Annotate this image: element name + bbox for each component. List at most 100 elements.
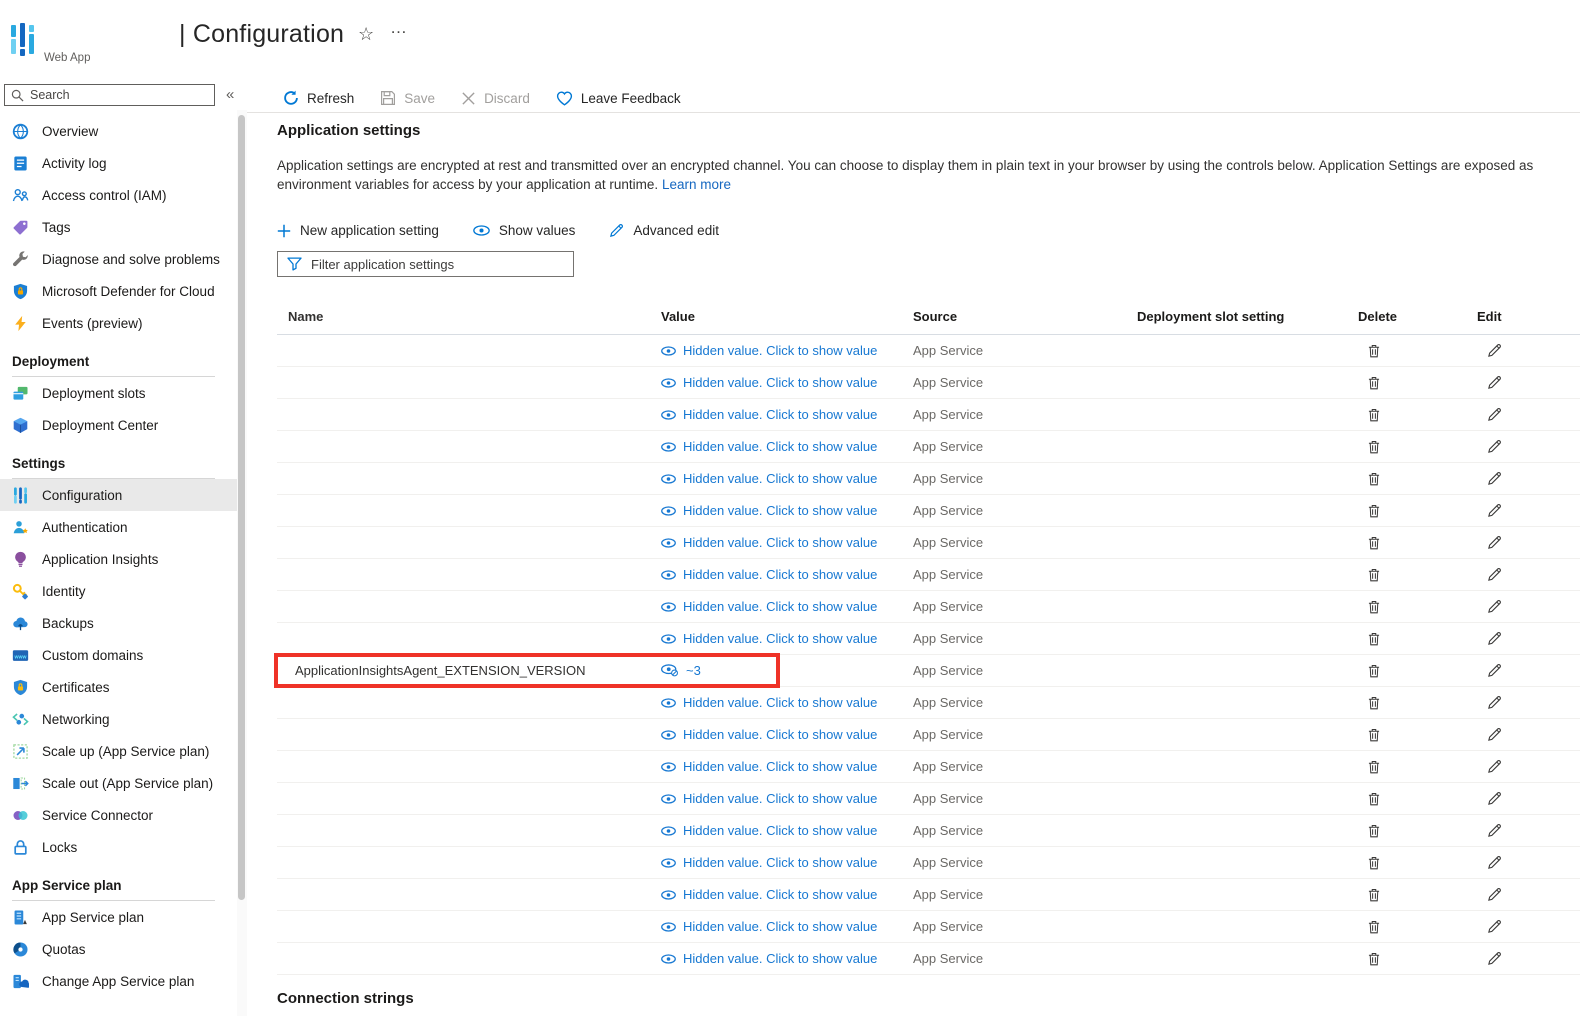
advanced-edit-button[interactable]: Advanced edit (609, 223, 719, 238)
edit-button[interactable] (1477, 791, 1580, 806)
hidden-value-link[interactable]: Hidden value. Click to show value (661, 823, 913, 838)
delete-button[interactable] (1358, 696, 1477, 710)
sidebar-item-scale-up-app-service-plan-[interactable]: Scale up (App Service plan) (0, 735, 237, 767)
delete-button[interactable] (1358, 600, 1477, 614)
search-input[interactable] (30, 88, 190, 102)
edit-button[interactable] (1477, 951, 1580, 966)
sidebar-item-deployment-center[interactable]: Deployment Center (0, 409, 237, 441)
sidebar-item-certificates[interactable]: Certificates (0, 671, 237, 703)
edit-button[interactable] (1477, 919, 1580, 934)
filter-input[interactable] (311, 256, 551, 272)
hidden-value-link[interactable]: Hidden value. Click to show value (661, 599, 913, 614)
edit-button[interactable] (1477, 695, 1580, 710)
delete-button[interactable] (1358, 536, 1477, 550)
filter-box[interactable] (277, 251, 574, 277)
sidebar-item-diagnose-and-solve-problems[interactable]: Diagnose and solve problems (0, 243, 237, 275)
sidebar-item-application-insights[interactable]: Application Insights (0, 543, 237, 575)
sidebar-item-events-preview-[interactable]: Events (preview) (0, 307, 237, 339)
delete-button[interactable] (1358, 760, 1477, 774)
delete-button[interactable] (1358, 728, 1477, 742)
sidebar-item-deployment-slots[interactable]: Deployment slots (0, 377, 237, 409)
hidden-value-link[interactable]: Hidden value. Click to show value (661, 439, 913, 454)
hidden-value-link[interactable]: Hidden value. Click to show value (661, 631, 913, 646)
edit-button[interactable] (1477, 535, 1580, 550)
edit-button[interactable] (1477, 503, 1580, 518)
hidden-value-link[interactable]: Hidden value. Click to show value (661, 503, 913, 518)
hidden-value-link[interactable]: Hidden value. Click to show value (661, 375, 913, 390)
setting-value-link[interactable]: ~3 (661, 663, 913, 678)
delete-button[interactable] (1358, 504, 1477, 518)
edit-button[interactable] (1477, 855, 1580, 870)
delete-button[interactable] (1358, 952, 1477, 966)
learn-more-link[interactable]: Learn more (662, 177, 731, 192)
favorite-star-icon[interactable]: ☆ (358, 24, 374, 45)
hidden-value-link[interactable]: Hidden value. Click to show value (661, 567, 913, 582)
edit-button[interactable] (1477, 375, 1580, 390)
delete-button[interactable] (1358, 856, 1477, 870)
delete-button[interactable] (1358, 472, 1477, 486)
show-values-button[interactable]: Show values (473, 223, 575, 238)
hidden-value-link[interactable]: Hidden value. Click to show value (661, 727, 913, 742)
sidebar-scrollbar[interactable] (237, 110, 247, 1016)
sidebar-item-networking[interactable]: Networking (0, 703, 237, 735)
hidden-value-link[interactable]: Hidden value. Click to show value (661, 919, 913, 934)
sidebar-search[interactable] (4, 84, 215, 106)
scrollbar-thumb[interactable] (238, 115, 245, 900)
edit-button[interactable] (1477, 471, 1580, 486)
hidden-value-link[interactable]: Hidden value. Click to show value (661, 535, 913, 550)
edit-button[interactable] (1477, 663, 1580, 678)
sidebar-item-backups[interactable]: Backups (0, 607, 237, 639)
refresh-button[interactable]: Refresh (283, 90, 354, 106)
delete-button[interactable] (1358, 664, 1477, 678)
hidden-value-link[interactable]: Hidden value. Click to show value (661, 471, 913, 486)
edit-button[interactable] (1477, 439, 1580, 454)
edit-button[interactable] (1477, 727, 1580, 742)
sidebar-item-app-service-plan[interactable]: App Service plan (0, 901, 237, 933)
edit-button[interactable] (1477, 631, 1580, 646)
edit-button[interactable] (1477, 599, 1580, 614)
sidebar-item-access-control-iam-[interactable]: Access control (IAM) (0, 179, 237, 211)
delete-button[interactable] (1358, 920, 1477, 934)
delete-button[interactable] (1358, 344, 1477, 358)
sidebar-item-custom-domains[interactable]: www Custom domains (0, 639, 237, 671)
hidden-value-link[interactable]: Hidden value. Click to show value (661, 855, 913, 870)
sidebar-item-configuration[interactable]: Configuration (0, 479, 237, 511)
new-application-setting-button[interactable]: New application setting (277, 223, 439, 238)
sidebar-item-tags[interactable]: Tags (0, 211, 237, 243)
delete-button[interactable] (1358, 792, 1477, 806)
sidebar-item-overview[interactable]: Overview (0, 115, 237, 147)
leave-feedback-button[interactable]: Leave Feedback (556, 91, 681, 106)
delete-button[interactable] (1358, 440, 1477, 454)
sidebar-item-locks[interactable]: Locks (0, 831, 237, 863)
delete-button[interactable] (1358, 888, 1477, 902)
edit-button[interactable] (1477, 887, 1580, 902)
hidden-value-link[interactable]: Hidden value. Click to show value (661, 695, 913, 710)
asp-icon (12, 909, 29, 926)
hidden-value-link[interactable]: Hidden value. Click to show value (661, 407, 913, 422)
sidebar-item-authentication[interactable]: Authentication (0, 511, 237, 543)
sidebar-item-microsoft-defender-for-cloud[interactable]: Microsoft Defender for Cloud (0, 275, 237, 307)
delete-button[interactable] (1358, 408, 1477, 422)
sidebar-item-activity-log[interactable]: Activity log (0, 147, 237, 179)
sidebar-item-scale-out-app-service-plan-[interactable]: Scale out (App Service plan) (0, 767, 237, 799)
hidden-value-link[interactable]: Hidden value. Click to show value (661, 887, 913, 902)
hidden-value-link[interactable]: Hidden value. Click to show value (661, 343, 913, 358)
edit-button[interactable] (1477, 343, 1580, 358)
delete-button[interactable] (1358, 632, 1477, 646)
delete-button[interactable] (1358, 568, 1477, 582)
sidebar-item-change-app-service-plan[interactable]: Change App Service plan (0, 965, 237, 997)
edit-button[interactable] (1477, 823, 1580, 838)
sidebar-item-service-connector[interactable]: Service Connector (0, 799, 237, 831)
sidebar-item-identity[interactable]: Identity (0, 575, 237, 607)
hidden-value-link[interactable]: Hidden value. Click to show value (661, 759, 913, 774)
sidebar-collapse-button[interactable]: « (226, 86, 234, 103)
delete-button[interactable] (1358, 824, 1477, 838)
edit-button[interactable] (1477, 567, 1580, 582)
sidebar-item-quotas[interactable]: Quotas (0, 933, 237, 965)
hidden-value-link[interactable]: Hidden value. Click to show value (661, 951, 913, 966)
delete-button[interactable] (1358, 376, 1477, 390)
edit-button[interactable] (1477, 407, 1580, 422)
more-options-icon[interactable]: … (390, 18, 408, 38)
hidden-value-link[interactable]: Hidden value. Click to show value (661, 791, 913, 806)
edit-button[interactable] (1477, 759, 1580, 774)
